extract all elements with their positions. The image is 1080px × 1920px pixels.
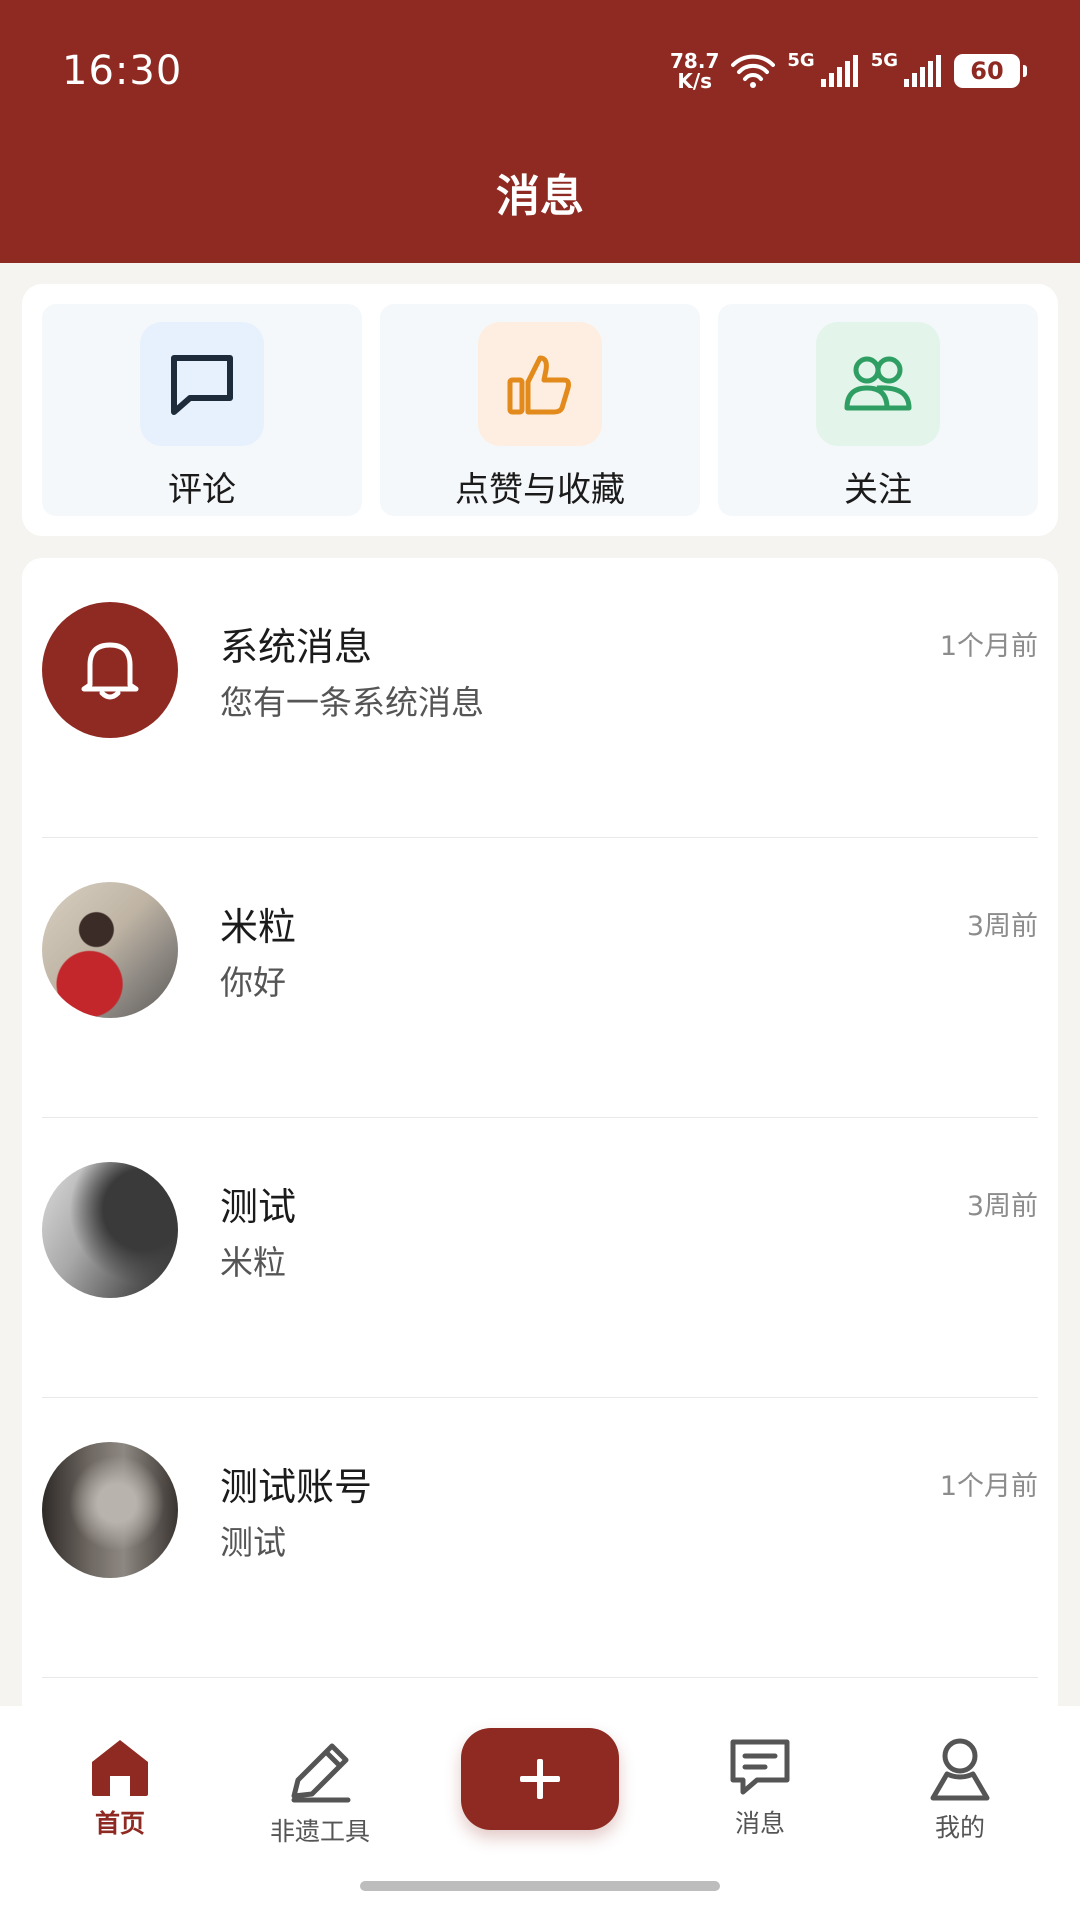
users-icon-tile (816, 322, 940, 446)
comment-icon (171, 355, 233, 415)
shortcut-label: 评论 (168, 470, 236, 510)
avatar (42, 882, 178, 1018)
home-indicator[interactable] (360, 1881, 720, 1891)
users-icon (844, 356, 912, 411)
shortcut-follows[interactable]: 关注 (718, 304, 1038, 516)
shortcut-card: 评论 点赞与收藏 关注 (22, 284, 1058, 536)
cell-signal-icon (904, 55, 941, 87)
pencil-icon (291, 1743, 351, 1803)
message-list: 系统消息 您有一条系统消息 1个月前 米粒 你好 3周前 测试 米粒 3周前 测… (22, 558, 1058, 1718)
list-item-message[interactable]: 米粒 你好 3周前 (42, 838, 1038, 1118)
signal-label-2: 5G (870, 50, 898, 71)
message-sender: 米粒 (220, 905, 297, 949)
nav-label: 消息 (734, 1809, 785, 1838)
nav-messages[interactable]: 消息 (680, 1736, 840, 1840)
status-icons: 78.7 K/s 5G 5G 60 (670, 49, 1027, 93)
plus-icon (520, 1759, 560, 1799)
list-item-system-message[interactable]: 系统消息 您有一条系统消息 1个月前 (42, 558, 1038, 838)
nav-home[interactable]: 首页 (40, 1736, 200, 1840)
message-time: 3周前 (966, 1191, 1038, 1222)
battery-icon: 60 (954, 54, 1027, 88)
create-post-button[interactable] (461, 1728, 619, 1830)
page-title: 消息 (496, 171, 584, 222)
message-time: 1个月前 (939, 1471, 1038, 1502)
nav-profile[interactable]: 我的 (880, 1736, 1040, 1844)
message-sender: 系统消息 (220, 625, 373, 669)
wifi-icon (731, 54, 776, 88)
nav-label: 我的 (934, 1813, 985, 1842)
shortcut-label: 关注 (844, 470, 912, 510)
signal-label-1: 5G (787, 50, 815, 71)
message-icon (730, 1739, 790, 1795)
app-header: 16:30 78.7 K/s 5G 5G 60 消息 (0, 0, 1080, 263)
shortcut-label: 点赞与收藏 (455, 470, 625, 510)
avatar (42, 1442, 178, 1578)
list-item-message[interactable]: 测试 米粒 3周前 (42, 1118, 1038, 1398)
nav-label: 非遗工具 (269, 1817, 370, 1846)
comment-icon-tile (140, 322, 264, 446)
bell-icon (81, 642, 139, 700)
network-speed: 78.7 K/s (670, 49, 720, 93)
shortcut-likes-favorites[interactable]: 点赞与收藏 (380, 304, 700, 516)
nav-heritage-tools[interactable]: 非遗工具 (240, 1736, 400, 1848)
message-preview: 你好 (220, 963, 286, 1002)
message-time: 1个月前 (939, 631, 1038, 662)
shortcut-comments[interactable]: 评论 (42, 304, 362, 516)
cell-signal-icon (820, 55, 858, 87)
avatar (42, 1162, 178, 1298)
user-icon (930, 1738, 990, 1801)
list-item-message[interactable]: 测试账号 测试 1个月前 (42, 1398, 1038, 1678)
status-bar: 16:30 78.7 K/s 5G 5G 60 (0, 0, 1080, 150)
message-sender: 测试账号 (220, 1465, 373, 1509)
message-time: 3周前 (966, 911, 1038, 942)
status-time: 16:30 (62, 48, 183, 94)
message-preview: 测试 (220, 1523, 286, 1562)
thumbs-up-icon-tile (478, 322, 602, 446)
message-preview: 米粒 (220, 1243, 286, 1282)
message-preview: 您有一条系统消息 (220, 683, 484, 722)
nav-label: 首页 (94, 1809, 145, 1838)
avatar (42, 602, 178, 738)
home-icon (92, 1740, 148, 1796)
message-sender: 测试 (220, 1185, 297, 1229)
thumbs-up-icon (507, 355, 571, 415)
